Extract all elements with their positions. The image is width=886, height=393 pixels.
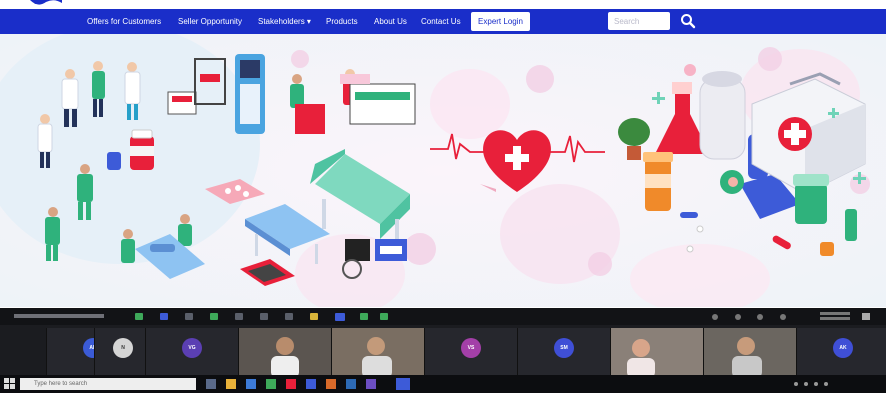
search-input[interactable]: [608, 12, 670, 30]
nav-seller-opportunity[interactable]: Seller Opportunity: [178, 15, 242, 29]
participant-video-tile[interactable]: [703, 328, 796, 378]
video-meeting-window: AB N VG VS SM AK Type here to search: [0, 308, 886, 393]
search-icon[interactable]: [680, 13, 696, 29]
participant-video-tile[interactable]: [610, 328, 703, 378]
participant-avatar: N: [113, 338, 133, 358]
meeting-toolbar: [0, 308, 886, 325]
system-tray-icons[interactable]: [790, 377, 850, 391]
windows-taskbar: Type here to search: [0, 375, 886, 393]
taskbar-app-icons[interactable]: [200, 377, 440, 391]
participant-avatar: VS: [461, 338, 481, 358]
participant-tile[interactable]: N: [94, 328, 145, 378]
nav-products[interactable]: Products: [326, 15, 358, 29]
participant-tile[interactable]: AK: [796, 328, 886, 378]
participant-avatar: SM: [554, 338, 574, 358]
participant-video-tile[interactable]: [331, 328, 424, 378]
main-navbar: Offers for Customers Seller Opportunity …: [0, 9, 886, 34]
participant-tile[interactable]: VG: [145, 328, 238, 378]
nav-contact-us[interactable]: Contact Us: [421, 15, 461, 29]
top-strip: [0, 0, 886, 9]
participant-video: [332, 328, 424, 378]
participant-video: [239, 328, 331, 378]
participant-tile[interactable]: VS: [424, 328, 517, 378]
nav-about-us[interactable]: About Us: [374, 15, 407, 29]
nav-offers-for-customers[interactable]: Offers for Customers: [87, 15, 161, 29]
hero-banner: [0, 34, 886, 307]
nav-stakeholders-dropdown[interactable]: Stakeholders ▾: [258, 15, 311, 29]
windows-start-icon[interactable]: [4, 378, 16, 390]
taskbar-search-input[interactable]: Type here to search: [20, 378, 196, 390]
hero-illustration: [0, 34, 886, 307]
participant-avatar: AK: [833, 338, 853, 358]
participant-video: [704, 328, 796, 378]
participant-tile[interactable]: SM: [517, 328, 610, 378]
participant-video: [611, 328, 703, 378]
participant-avatar: VG: [182, 338, 202, 358]
participant-video-tile[interactable]: [238, 328, 331, 378]
expert-login-button[interactable]: Expert Login: [471, 12, 530, 31]
logo-icon[interactable]: [28, 0, 64, 7]
meeting-toolbar-icons[interactable]: [0, 308, 886, 325]
